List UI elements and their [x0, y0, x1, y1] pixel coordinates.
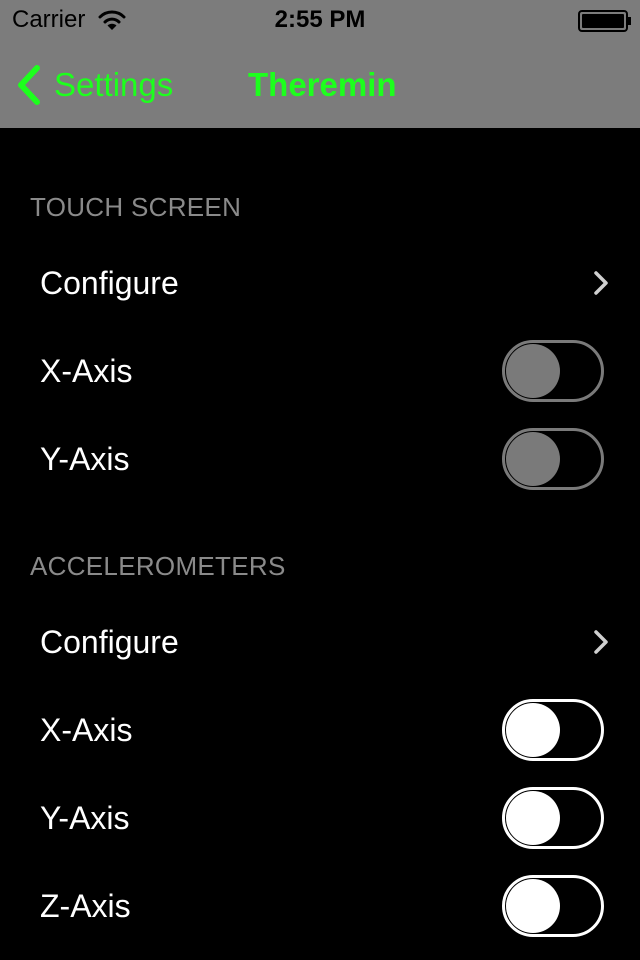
accelerometers-x-axis-row: X-Axis	[0, 686, 640, 774]
touch-screen-y-axis-row: Y-Axis	[0, 415, 640, 503]
battery-icon	[578, 10, 631, 32]
row-label: Y-Axis	[40, 441, 130, 477]
chevron-right-icon	[594, 630, 608, 654]
row-label: X-Axis	[40, 353, 133, 389]
accelerometers-y-axis-row: Y-Axis	[0, 774, 640, 862]
switch-knob	[506, 791, 560, 845]
chevron-right-icon	[594, 271, 608, 295]
accelerometers-z-axis-row: Z-Axis	[0, 862, 640, 950]
page-title: Theremin	[248, 66, 397, 103]
row-label: Configure	[40, 265, 179, 301]
row-label: Z-Axis	[40, 888, 131, 924]
accelerometers-x-axis-switch[interactable]	[502, 699, 604, 761]
navigation-bar: Settings Theremin	[0, 40, 640, 128]
accelerometers-configure-row[interactable]: Configure	[0, 598, 640, 686]
section-header-touch-screen: TOUCH SCREEN	[30, 192, 242, 222]
row-label: X-Axis	[40, 712, 133, 748]
top-bar: Carrier 2:55 PM Settings Theremin	[0, 0, 640, 128]
switch-knob	[506, 344, 560, 398]
row-label: Y-Axis	[40, 800, 130, 836]
accelerometers-z-axis-switch[interactable]	[502, 875, 604, 937]
switch-knob	[506, 703, 560, 757]
switch-knob	[506, 879, 560, 933]
back-button[interactable]: Settings	[16, 64, 173, 106]
touch-screen-x-axis-row: X-Axis	[0, 327, 640, 415]
status-time: 2:55 PM	[274, 6, 366, 33]
touch-screen-y-axis-switch[interactable]	[502, 428, 604, 490]
section-header-accelerometers: ACCELEROMETERS	[30, 551, 286, 581]
accelerometers-y-axis-switch[interactable]	[502, 787, 604, 849]
chevron-left-icon	[18, 65, 40, 105]
touch-screen-x-axis-switch[interactable]	[502, 340, 604, 402]
status-bar: Carrier 2:55 PM	[0, 0, 640, 40]
row-label: Configure	[40, 624, 179, 660]
back-button-label: Settings	[54, 66, 174, 103]
switch-knob	[506, 432, 560, 486]
touch-screen-configure-row[interactable]: Configure	[0, 239, 640, 327]
